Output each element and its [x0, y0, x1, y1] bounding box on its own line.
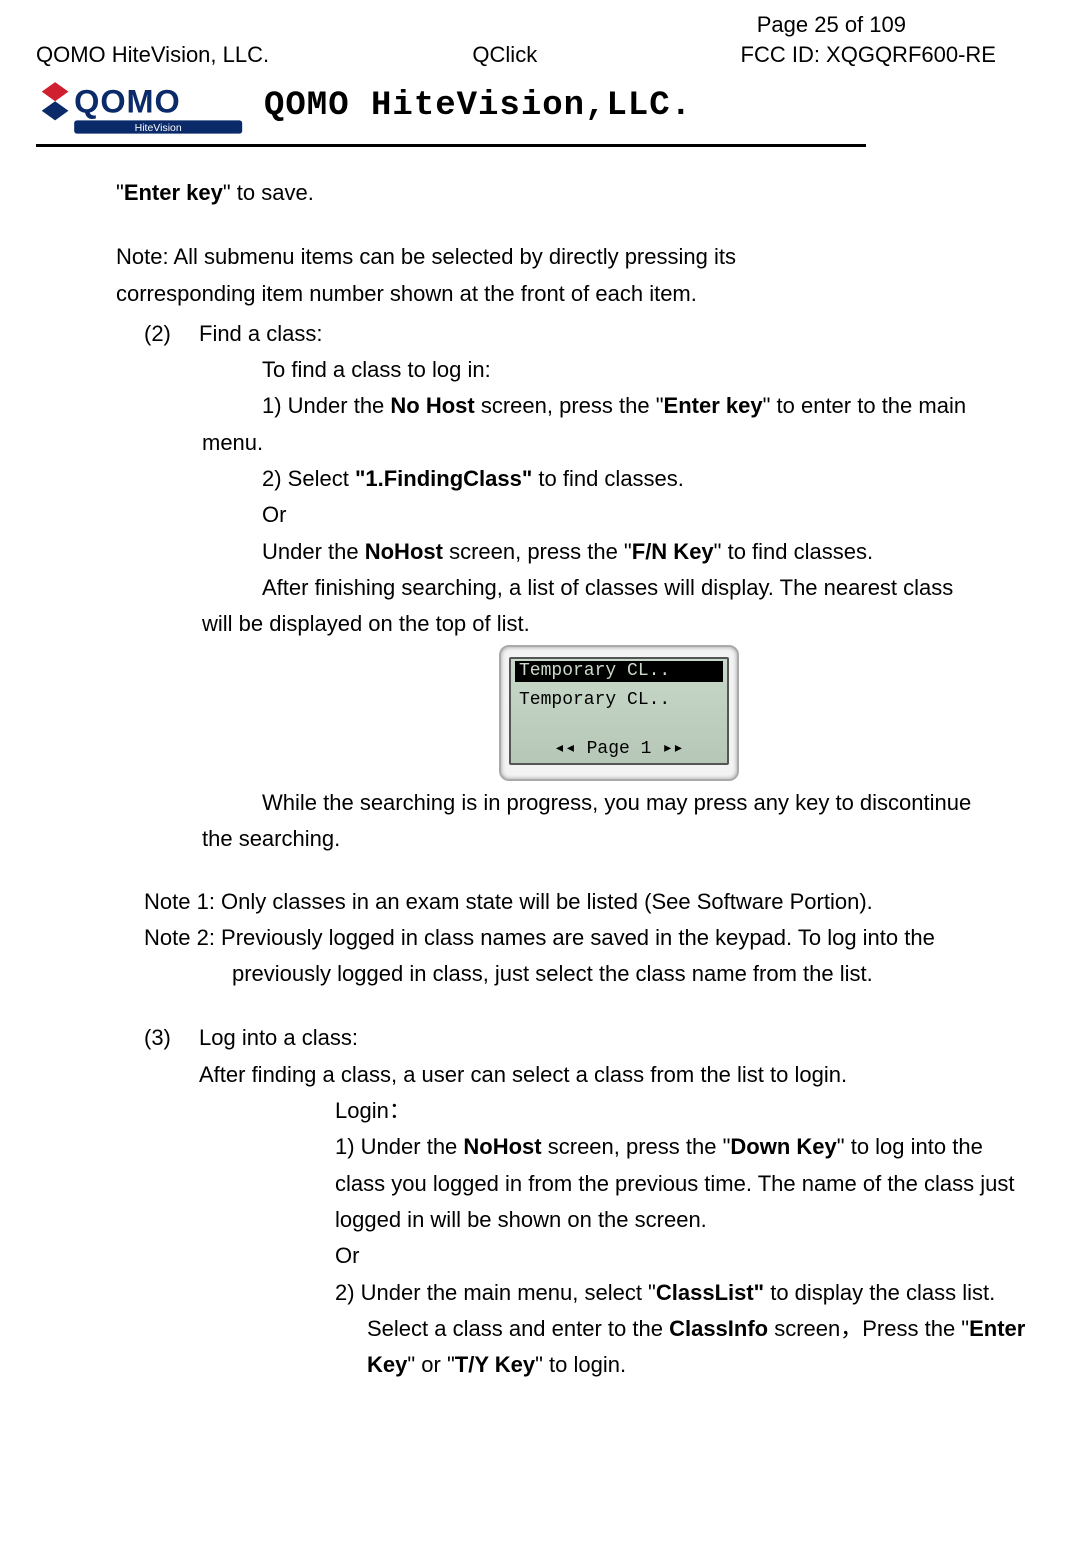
section-2-find-class: (2) Find a class:: [144, 316, 1036, 352]
t: " to enter to the main: [763, 393, 966, 418]
t: to find classes.: [532, 466, 684, 491]
key-bold: Key: [367, 1352, 407, 1377]
t: 1) Under the: [262, 393, 390, 418]
lcd-row-1: Temporary CL..: [515, 661, 723, 683]
brand-title: QOMO HiteVision,LLC.: [264, 87, 692, 125]
note-submenu-line2: corresponding item number shown at the f…: [116, 276, 1036, 312]
t: " to log into the: [837, 1134, 983, 1159]
s3-after-finding: After finding a class, a user can select…: [199, 1057, 1036, 1093]
section-2-content: To find a class to log in: 1) Under the …: [202, 352, 1036, 857]
t: screen, press the ": [542, 1134, 731, 1159]
s3-step1-line1: 1) Under the NoHost screen, press the "D…: [335, 1129, 1036, 1165]
document-body: "Enter key" to save. Note: All submenu i…: [36, 175, 1036, 1383]
s2-or: Or: [202, 497, 1036, 533]
login-block: Login： 1) Under the NoHost screen, press…: [335, 1093, 1036, 1383]
svg-text:HiteVision: HiteVision: [135, 122, 182, 134]
s3-step1-line2: class you logged in from the previous ti…: [335, 1166, 1036, 1202]
section-3-number: (3): [144, 1020, 199, 1383]
s3-step2-line2: Select a class and enter to the ClassInf…: [335, 1311, 1036, 1347]
text-to-save: " to save.: [223, 180, 314, 205]
device-screenshot: Temporary CL.. Temporary CL.. ◂◂ Page 1 …: [499, 645, 739, 781]
note-2-line2: previously logged in class, just select …: [144, 956, 1036, 992]
s3-step1-line3: logged in will be shown on the screen.: [335, 1202, 1036, 1238]
enter-bold: Enter: [969, 1316, 1025, 1341]
document-header: QOMO HiteVision, LLC. QClick FCC ID: XQG…: [36, 42, 1036, 68]
s2-after-search: After finishing searching, a list of cla…: [202, 570, 1036, 606]
t: 2) Select: [262, 466, 355, 491]
t: 1) Under the: [335, 1134, 463, 1159]
quote-open: ": [116, 180, 124, 205]
t: screen, press the ": [443, 539, 632, 564]
enter-key-bold: Enter key: [124, 180, 223, 205]
s2-top-of-list: will be displayed on the top of list.: [202, 606, 1036, 642]
s2-tofind: To find a class to log in:: [202, 352, 1036, 388]
nohost-bold2: NoHost: [463, 1134, 541, 1159]
s2-step2: 2) Select "1.FindingClass" to find class…: [202, 461, 1036, 497]
svg-text:QOMO: QOMO: [74, 84, 181, 120]
enter-key-bold2: Enter key: [664, 393, 763, 418]
t: 2) Under the main menu, select ": [335, 1280, 656, 1305]
s2-while-searching: While the searching is in progress, you …: [202, 785, 1036, 821]
lcd-row-2: Temporary CL..: [515, 690, 723, 712]
s3-step2-line3: Key" or "T/Y Key" to login.: [335, 1347, 1036, 1383]
t: Under the: [262, 539, 365, 564]
page-number-label: Page 25 of 109: [36, 12, 1036, 38]
note-2-line1: Note 2: Previously logged in class names…: [144, 920, 1036, 956]
section-2-title: Find a class:: [199, 316, 1036, 352]
s2-under-nohost: Under the NoHost screen, press the "F/N …: [202, 534, 1036, 570]
classinfo-bold: ClassInfo: [669, 1316, 768, 1341]
s2-menu: menu.: [202, 425, 1036, 461]
findingclass-bold: "1.FindingClass": [355, 466, 532, 491]
s3-login-label: Login：: [335, 1093, 1036, 1129]
section-3-title: Log into a class:: [199, 1020, 1036, 1056]
no-host-bold: No Host: [390, 393, 474, 418]
classlist-bold: ClassList": [656, 1280, 764, 1305]
t: screen，Press the ": [768, 1316, 969, 1341]
t: " to login.: [535, 1352, 626, 1377]
t: screen, press the ": [475, 393, 664, 418]
header-divider: [36, 144, 866, 147]
header-fccid: FCC ID: XQGQRF600-RE: [741, 42, 996, 68]
notes-block: Note 1: Only classes in an exam state wi…: [144, 884, 1036, 993]
text-enter-key-save: "Enter key" to save.: [116, 175, 1036, 211]
fn-key-bold: F/N Key: [632, 539, 714, 564]
lcd-page-indicator: ◂◂ Page 1 ▸▸: [515, 739, 723, 761]
note-1: Note 1: Only classes in an exam state wi…: [144, 884, 1036, 920]
t: to display the class list.: [764, 1280, 995, 1305]
t: Select a class and enter to the: [367, 1316, 669, 1341]
s3-step2-line1: 2) Under the main menu, select "ClassLis…: [335, 1275, 1036, 1311]
header-company: QOMO HiteVision, LLC.: [36, 42, 269, 68]
brand-row: QOMO HiteVision QOMO HiteVision,LLC.: [36, 74, 1036, 138]
section-3-log-into-class: (3) Log into a class: After finding a cl…: [144, 1020, 1036, 1383]
ty-key-bold: T/Y Key: [455, 1352, 535, 1377]
section-2-number: (2): [144, 316, 199, 352]
header-product: QClick: [472, 42, 537, 68]
s2-the-searching: the searching.: [202, 821, 1036, 857]
s3-or: Or: [335, 1238, 1036, 1274]
down-key-bold: Down Key: [730, 1134, 836, 1159]
note-submenu-line1: Note: All submenu items can be selected …: [116, 239, 1036, 275]
qomo-logo-icon: QOMO HiteVision: [36, 74, 246, 138]
s2-step1: 1) Under the No Host screen, press the "…: [202, 388, 1036, 424]
t: " or ": [407, 1352, 454, 1377]
nohost-bold: NoHost: [365, 539, 443, 564]
t: " to find classes.: [714, 539, 873, 564]
